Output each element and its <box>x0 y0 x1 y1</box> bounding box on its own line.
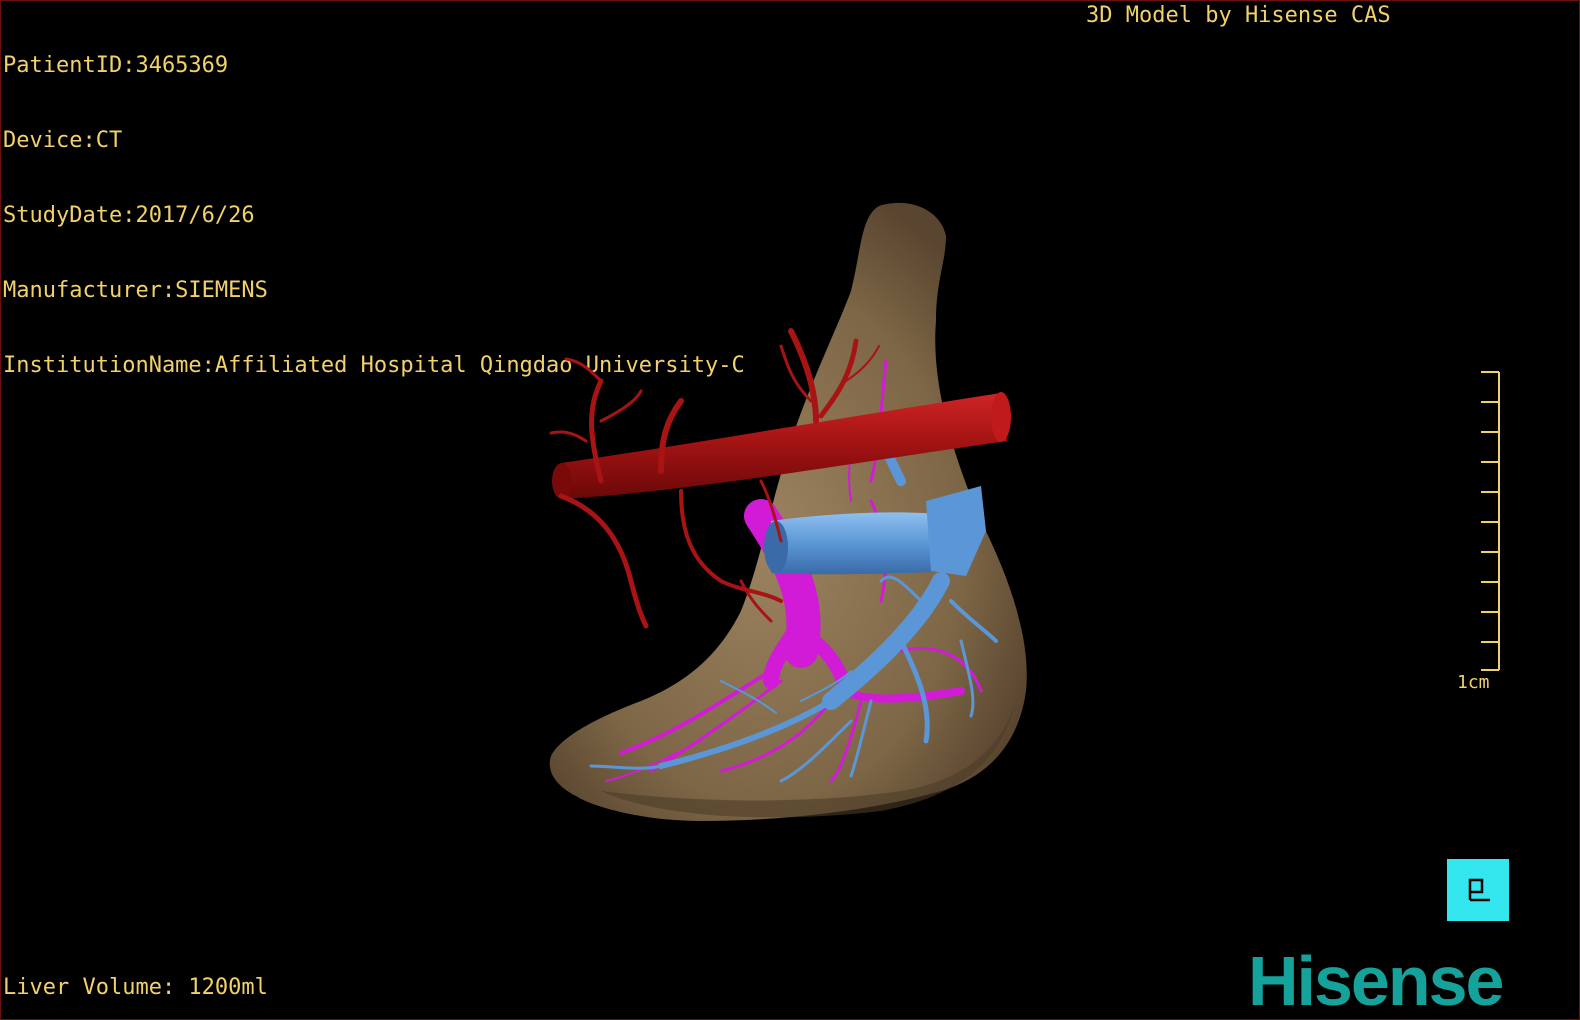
liver-3d-model[interactable] <box>1 1 1580 1020</box>
hisense-logo: Hisense <box>1248 942 1504 1020</box>
scale-label: 1cm <box>1457 672 1490 693</box>
scale-bar <box>1481 371 1500 671</box>
orientation-cube-button[interactable] <box>1447 859 1509 921</box>
liver-volume: Liver Volume: 1200ml <box>3 975 268 1000</box>
orientation-cube-icon <box>1468 878 1490 902</box>
3d-viewport[interactable]: PatientID:3465369 Device:CT StudyDate:20… <box>0 0 1580 1020</box>
